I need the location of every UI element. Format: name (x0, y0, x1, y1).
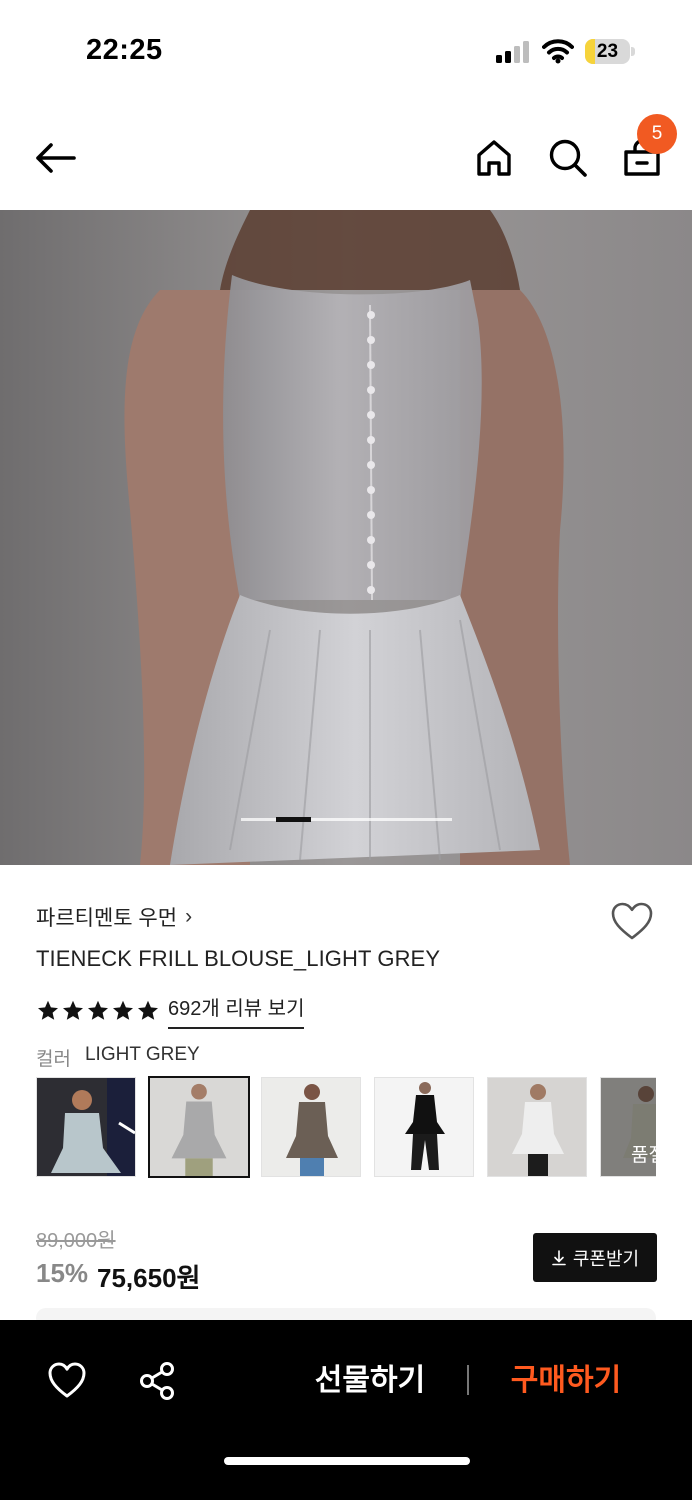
sale-price: 75,650원 (97, 1263, 201, 1293)
cart-count-badge: 5 (637, 114, 677, 154)
search-icon[interactable] (546, 136, 590, 180)
bottom-action-bar: 선물하기 구매하기 (0, 1320, 692, 1500)
color-thumbnail[interactable] (374, 1077, 474, 1177)
star-icon (113, 1000, 133, 1020)
color-thumbnail[interactable] (487, 1077, 587, 1177)
slide-indicator (241, 817, 452, 822)
chevron-right-icon: › (185, 905, 193, 928)
review-link[interactable]: 692개 리뷰 보기 (168, 992, 305, 1029)
heart-icon[interactable] (46, 1360, 88, 1400)
color-thumbnail[interactable] (261, 1077, 361, 1177)
home-icon[interactable] (472, 136, 516, 180)
color-value: LIGHT GREY (84, 1044, 200, 1065)
brand-name: 파르티멘토 우먼 (36, 907, 178, 930)
sold-out-label: 품절 (631, 1145, 656, 1166)
download-icon (552, 1249, 566, 1265)
star-icon (138, 1000, 158, 1020)
share-icon[interactable] (137, 1360, 179, 1402)
slide-indicator-active (276, 817, 312, 822)
original-price: 89,000원 (36, 1230, 116, 1252)
color-row: 컬러 LIGHT GREY (36, 1044, 200, 1071)
color-thumbnail-selected[interactable] (148, 1076, 250, 1178)
back-arrow-icon[interactable] (30, 136, 82, 180)
color-thumbnails: 품절 (36, 1076, 656, 1178)
status-time: 22:25 (86, 34, 163, 66)
buy-button[interactable]: 구매하기 (496, 1360, 636, 1402)
wifi-icon (542, 39, 574, 64)
cellular-signal-icon (496, 41, 529, 63)
battery-level: 23 (596, 41, 619, 62)
product-hero-image[interactable] (0, 210, 692, 865)
discount-rate: 15% (36, 1258, 89, 1288)
status-bar: 22:25 23 (0, 0, 692, 100)
star-icon (38, 1000, 58, 1020)
color-label: 컬러 (36, 1049, 71, 1070)
star-icon (63, 1000, 83, 1020)
divider (467, 1365, 469, 1395)
rating-row: 692개 리뷰 보기 (36, 992, 305, 1029)
brand-link[interactable]: 파르티멘토 우먼 › (36, 902, 192, 932)
home-indicator[interactable] (224, 1457, 470, 1465)
coupon-button[interactable]: 쿠폰받기 (533, 1233, 657, 1282)
battery-indicator: 23 (585, 39, 635, 64)
rating-stars (36, 999, 160, 1023)
coupon-label: 쿠폰받기 (572, 1248, 640, 1269)
hero-photo (0, 210, 692, 865)
star-icon (88, 1000, 108, 1020)
color-thumbnail-sold-out[interactable]: 품절 (600, 1077, 656, 1177)
product-name: TIENECK FRILL BLOUSE_LIGHT GREY (36, 946, 441, 971)
app-header: 5 (0, 100, 692, 210)
gift-button[interactable]: 선물하기 (300, 1360, 440, 1402)
heart-icon[interactable] (609, 900, 655, 942)
color-thumbnail[interactable] (36, 1077, 136, 1177)
